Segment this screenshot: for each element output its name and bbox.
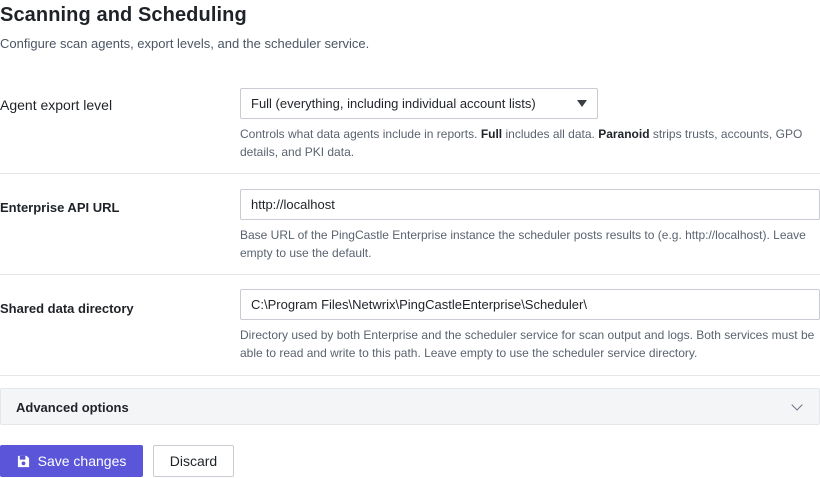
enterprise-api-url-input[interactable] bbox=[240, 189, 820, 220]
agent-export-select[interactable]: Full (everything, including individual a… bbox=[240, 88, 598, 119]
chevron-down-icon bbox=[791, 399, 803, 411]
agent-export-help: Controls what data agents include in rep… bbox=[240, 127, 803, 159]
save-changes-label: Save changes bbox=[37, 453, 127, 469]
shared-dir-input[interactable] bbox=[240, 289, 820, 320]
agent-export-row: Agent export level Full (everything, inc… bbox=[0, 70, 820, 174]
page-title: Scanning and Scheduling bbox=[0, 4, 247, 26]
discard-button[interactable]: Discard bbox=[153, 445, 234, 477]
shared-dir-row: Shared data directory Directory used by … bbox=[0, 275, 820, 376]
enterprise-api-help: Base URL of the PingCastle Enterprise in… bbox=[240, 228, 806, 260]
agent-export-selected-value: Full (everything, including individual a… bbox=[251, 96, 536, 111]
agent-export-label: Agent export level bbox=[0, 97, 113, 113]
shared-dir-label: Shared data directory bbox=[0, 301, 134, 316]
help-full-term: Full bbox=[480, 127, 503, 141]
enterprise-api-label: Enterprise API URL bbox=[0, 200, 120, 215]
help-paranoid-term: Paranoid bbox=[598, 127, 650, 141]
caret-down-icon bbox=[577, 100, 587, 107]
advanced-options-label: Advanced options bbox=[16, 400, 129, 415]
shared-dir-help: Directory used by both Enterprise and th… bbox=[240, 328, 815, 360]
floppy-disk-icon bbox=[17, 455, 29, 467]
enterprise-api-row: Enterprise API URL Base URL of the PingC… bbox=[0, 174, 820, 275]
page-subtitle: Configure scan agents, export levels, an… bbox=[0, 36, 370, 51]
save-changes-button[interactable]: Save changes bbox=[0, 445, 143, 477]
advanced-options-toggle[interactable]: Advanced options bbox=[0, 388, 820, 425]
